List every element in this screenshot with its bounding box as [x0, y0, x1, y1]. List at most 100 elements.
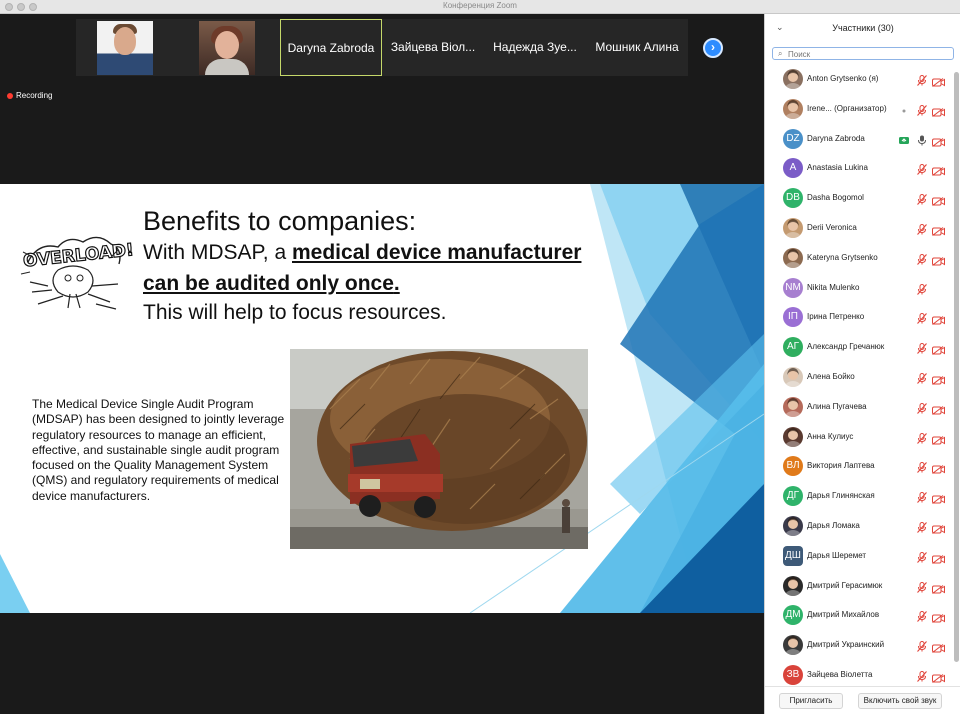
video-off-icon[interactable] [932, 104, 945, 117]
participant-row[interactable]: Irene... (Организатор) [765, 94, 952, 124]
microphone-muted-icon[interactable] [917, 639, 927, 653]
participant-row[interactable]: Дмитрий Герасимюк [765, 571, 952, 601]
slide-heading: Benefits to companies: [143, 206, 417, 236]
microphone-muted-icon[interactable] [917, 669, 927, 682]
video-off-icon[interactable] [932, 193, 945, 207]
microphone-muted-icon[interactable] [917, 341, 927, 355]
participant-row[interactable]: Anton Grytsenko (я) [765, 64, 952, 94]
video-off-icon[interactable] [932, 223, 945, 236]
microphone-muted-icon[interactable] [917, 282, 927, 295]
microphone-muted-icon[interactable] [917, 371, 927, 384]
participant-row[interactable]: АГ Александр Гречанюк [765, 332, 952, 362]
video-off-icon[interactable] [932, 521, 945, 534]
video-off-icon[interactable] [932, 551, 945, 564]
participant-row[interactable]: A Anastasia Lukina [765, 153, 952, 183]
video-off-icon[interactable] [932, 402, 945, 415]
participant-name: Алена Бойко [807, 372, 855, 381]
microphone-muted-icon[interactable] [917, 609, 927, 623]
participant-row[interactable]: DB Dasha Bogomol [765, 183, 952, 213]
video-off-icon[interactable] [932, 134, 945, 147]
participant-name: Derii Veronica [807, 223, 857, 232]
participant-video [97, 21, 153, 75]
microphone-muted-icon[interactable] [917, 550, 927, 563]
video-off-icon[interactable] [932, 312, 945, 326]
video-off-icon[interactable] [932, 74, 945, 87]
participant-row[interactable]: Алена Бойко [765, 362, 952, 392]
participant-row[interactable]: ІП Ірина Петренко [765, 302, 952, 332]
video-off-icon[interactable] [932, 163, 945, 177]
video-thumbnail[interactable] [76, 19, 178, 76]
participant-row[interactable]: Дмитрий Украинский [765, 630, 952, 660]
participant-name: Александр Гречанюк [807, 342, 885, 352]
participant-row[interactable]: DZ Daryna Zabroda [765, 124, 952, 154]
participant-video [199, 21, 255, 75]
video-thumbnail[interactable]: Надежда Зуе... [484, 19, 586, 76]
participant-row[interactable]: ВЛ Виктория Лаптева [765, 451, 952, 481]
participant-list: Anton Grytsenko (я) Irene... (Организатор… [765, 64, 952, 686]
participant-name: Irene... (Организатор) [807, 103, 887, 113]
microphone-muted-icon[interactable] [917, 401, 927, 414]
participant-search[interactable]: ⌕ [772, 47, 954, 60]
participant-row[interactable]: Алина Пугачева [765, 392, 952, 422]
participants-header: ⌄ Участники (30) [765, 14, 960, 44]
thumbnail-name: Daryna Zabroda [287, 41, 375, 55]
avatar [783, 218, 803, 238]
participant-row[interactable]: Анна Кулиус [765, 422, 952, 452]
zoom-window: Конференция Zoom Daryna Zabroda Зайцева В… [0, 0, 960, 714]
video-off-icon[interactable] [932, 581, 945, 594]
participant-row[interactable]: ДШ Дарья Шеремет [765, 541, 952, 571]
participant-name: Дмитрий Украинский [807, 640, 885, 650]
video-thumbnail[interactable] [178, 19, 280, 76]
participant-row[interactable]: ДГ Дарья Глинянская [765, 481, 952, 511]
video-off-icon[interactable] [932, 640, 945, 654]
overloaded-truck-photo [290, 349, 588, 549]
video-off-icon[interactable] [932, 253, 945, 266]
search-icon: ⌕ [778, 49, 783, 58]
participant-list-scrollbar[interactable] [954, 72, 959, 662]
video-thumbnail[interactable]: Daryna Zabroda [280, 19, 382, 76]
video-area: Daryna Zabroda Зайцева Віол... Надежда Зуе… [0, 14, 764, 714]
microphone-muted-icon[interactable] [917, 311, 927, 325]
participant-row[interactable]: Дарья Ломака [765, 511, 952, 541]
video-off-icon[interactable] [932, 432, 945, 445]
microphone-muted-icon[interactable] [917, 490, 927, 504]
microphone-muted-icon[interactable] [917, 460, 927, 474]
microphone-muted-icon[interactable] [917, 73, 927, 86]
slide-line-1-emphasis: medical device manufacturer [292, 241, 582, 264]
participant-row[interactable]: NM Nikita Mulenko [765, 273, 952, 303]
microphone-muted-icon[interactable] [917, 192, 927, 206]
participant-name: Дмитрий Михайлов [807, 610, 880, 620]
participant-row[interactable]: Kateryna Grytsenko [765, 243, 952, 273]
more-options-icon[interactable] [899, 103, 909, 113]
microphone-muted-icon[interactable] [917, 580, 927, 593]
avatar [783, 247, 803, 268]
participant-row[interactable]: ЗВ Зайцева Віолетта [765, 660, 952, 686]
avatar: DB [783, 188, 803, 209]
microphone-muted-icon[interactable] [917, 103, 927, 116]
unmute-self-button[interactable]: Включить свой звук [858, 693, 942, 709]
video-off-icon[interactable] [932, 342, 945, 356]
avatar [783, 575, 803, 596]
microphone-muted-icon[interactable] [917, 252, 927, 265]
microphone-icon[interactable] [917, 133, 927, 146]
participant-name: Дарья Ломака [807, 521, 860, 530]
participant-name: Ірина Петренко [807, 312, 865, 322]
microphone-muted-icon[interactable] [917, 520, 927, 533]
participant-name: Алина Пугачева [807, 401, 867, 411]
video-off-icon[interactable] [932, 491, 945, 505]
video-thumbnail[interactable]: Зайцева Віол... [382, 19, 484, 76]
microphone-muted-icon[interactable] [917, 431, 927, 444]
chevron-right-icon[interactable]: › [703, 38, 723, 58]
avatar: ДШ [783, 545, 803, 566]
video-off-icon[interactable] [932, 461, 945, 475]
video-off-icon[interactable] [932, 670, 945, 683]
search-input[interactable] [788, 49, 948, 59]
invite-button[interactable]: Пригласить [779, 693, 843, 709]
participant-row[interactable]: ДМ Дмитрий Михайлов [765, 600, 952, 630]
video-thumbnail[interactable]: Мошник Алина [586, 19, 688, 76]
video-off-icon[interactable] [932, 372, 945, 385]
microphone-muted-icon[interactable] [917, 162, 927, 176]
video-off-icon[interactable] [932, 610, 945, 624]
participant-row[interactable]: Derii Veronica [765, 213, 952, 243]
microphone-muted-icon[interactable] [917, 222, 927, 235]
